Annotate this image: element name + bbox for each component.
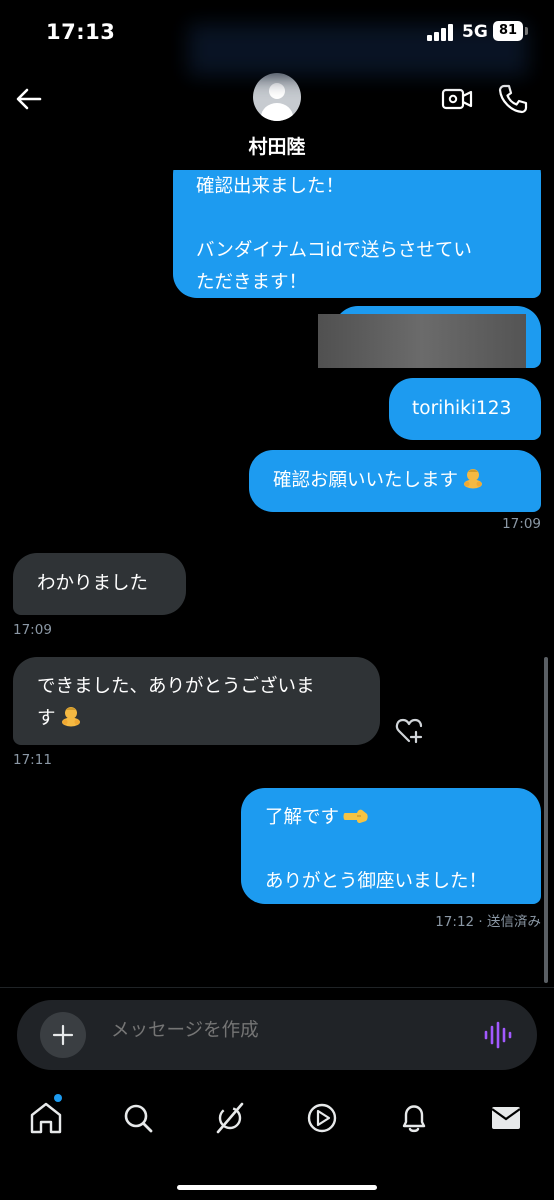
message-text-line: 確認出来ました！ [196,176,345,197]
network-label: 5G [462,22,488,42]
contact-name[interactable]: 村田陸 [0,132,554,159]
redacted-image [318,314,526,368]
message-text-line: できました、ありがとうございま [37,676,315,697]
pointing-left-emoji [343,809,368,823]
message-input[interactable] [111,1020,451,1041]
message-bubble-outgoing[interactable]: torihiki123 [389,378,541,440]
phone-call-icon[interactable] [496,82,530,116]
home-icon[interactable] [26,1098,66,1138]
message-text: わかりました [37,573,149,594]
home-indicator [177,1185,377,1190]
message-bubble-outgoing[interactable]: 確認出来ました！ バンダイナムコidで送らさせてい ただきます！ [173,150,541,298]
home-notification-dot [54,1094,62,1102]
add-reaction-icon[interactable] [394,716,424,746]
notifications-icon[interactable] [394,1098,434,1138]
message-timestamp: 17:12 · 送信済み [435,914,541,930]
bowing-person-emoji [61,707,80,727]
message-bubble-incoming[interactable]: わかりました [13,553,186,615]
battery-icon: 81 [493,21,523,41]
grok-icon[interactable] [210,1098,250,1138]
bottom-tab-bar [0,1080,554,1200]
video-icon[interactable] [302,1098,342,1138]
message-text: torihiki123 [412,398,512,419]
message-timestamp: 17:11 [13,752,52,768]
messages-icon[interactable] [486,1098,526,1138]
composer-divider [0,987,554,988]
message-timestamp: 17:09 [13,622,52,638]
message-bubble-outgoing[interactable]: 了解です ありがとう御座いました！ [241,788,541,904]
search-icon[interactable] [118,1098,158,1138]
voice-message-icon[interactable] [482,1020,512,1050]
add-attachment-button[interactable] [40,1012,86,1058]
message-text: 確認お願いいたします [273,470,459,491]
message-text-line: ありがとう御座いました！ [265,871,488,892]
scrollbar[interactable] [544,657,548,983]
message-text-line: す [37,708,56,729]
message-text-line: ただきます！ [196,272,308,293]
status-layer: 17:13 5G 81 [0,0,554,76]
header-layer: 村田陸 [0,66,554,170]
bowing-person-emoji [464,469,483,489]
message-timestamp: 17:09 [502,516,541,532]
battery-tip [525,27,528,35]
plus-icon [52,1024,74,1046]
message-bubble-outgoing[interactable]: 確認お願いいたします [249,450,541,512]
video-call-icon[interactable] [440,82,474,116]
signal-icon [427,23,457,41]
message-text-line: 了解です [265,807,340,828]
message-bubble-incoming[interactable]: できました、ありがとうございま す [13,657,380,745]
avatar[interactable] [253,73,301,121]
back-arrow-icon[interactable] [14,84,44,114]
message-text-line: バンダイナムコidで送らさせてい [196,240,472,261]
status-time: 17:13 [46,20,116,44]
